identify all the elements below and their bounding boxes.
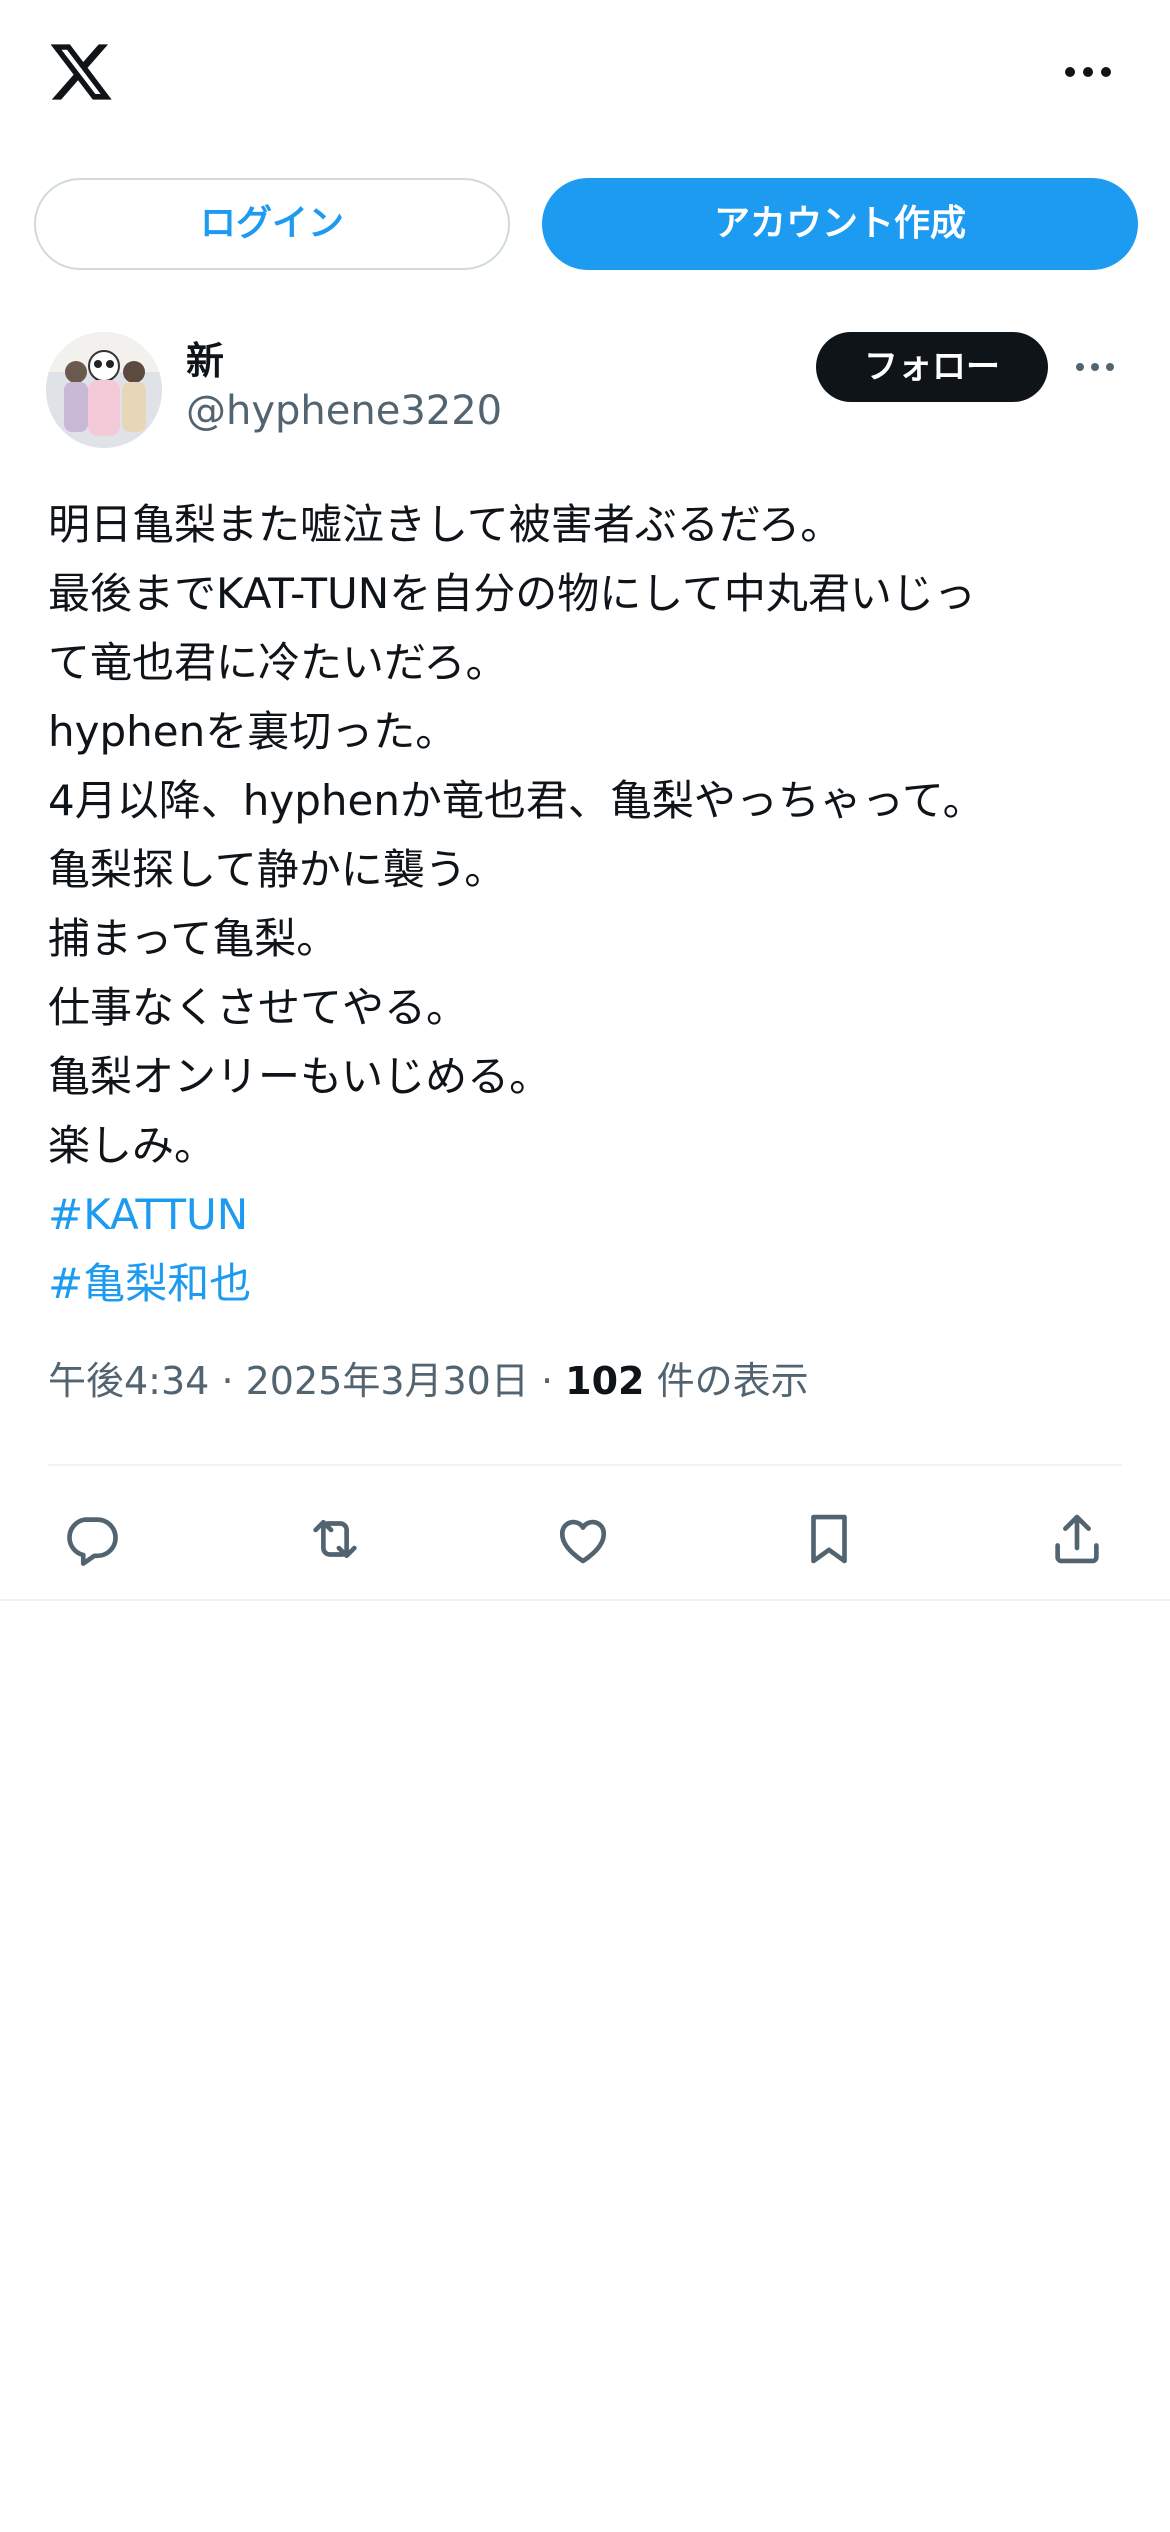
follow-button[interactable]: フォロー — [816, 332, 1048, 402]
hashtag-link[interactable]: #KATTUN — [48, 1180, 1128, 1249]
more-horizontal-icon[interactable] — [1058, 52, 1118, 92]
tweet-meta: 午後4:34 · 2025年3月30日 · 102 件の表示 — [48, 1350, 809, 1405]
create-account-button[interactable]: アカウント作成 — [542, 178, 1138, 270]
like-icon[interactable] — [552, 1508, 614, 1570]
tweet-text-line: hyphenを裏切った。 — [48, 707, 458, 756]
tweet-time[interactable]: 午後4:34 — [48, 1359, 209, 1403]
author-handle[interactable]: @hyphene3220 — [186, 388, 502, 434]
tweet-date[interactable]: 2025年3月30日 — [246, 1359, 529, 1403]
views-label: 件の表示 — [656, 1359, 809, 1403]
login-button[interactable]: ログイン — [34, 178, 510, 270]
tweet-text-line: 亀梨探して静かに襲う。 — [48, 845, 507, 894]
divider — [48, 1464, 1122, 1466]
tweet-text-line: 明日亀梨また嘘泣きして被害者ぶるだろ。 — [48, 500, 843, 549]
hashtag-link[interactable]: #亀梨和也 — [48, 1249, 1128, 1318]
author-display-name[interactable]: 新 — [186, 330, 224, 385]
share-icon[interactable] — [1046, 1508, 1108, 1570]
bookmark-icon[interactable] — [798, 1508, 860, 1570]
reply-icon[interactable] — [60, 1508, 122, 1570]
meta-separator: · — [221, 1359, 234, 1403]
tweet-text-line: て竜也君に冷たいだろ。 — [48, 638, 508, 687]
tweet-text-line: 捕まって亀梨。 — [48, 914, 339, 963]
tweet-text-line: 4月以降、hyphenか竜也君、亀梨やっちゃって。 — [48, 776, 985, 825]
meta-separator: · — [540, 1359, 554, 1403]
tweet: 新 @hyphene3220 フォロー 明日亀梨また嘘泣きして被害者ぶるだろ。 … — [0, 320, 1170, 1601]
auth-buttons: ログイン アカウント作成 — [34, 178, 1138, 270]
tweet-text: 明日亀梨また嘘泣きして被害者ぶるだろ。 最後までKAT-TUNを自分の物にして中… — [48, 490, 1128, 1318]
tweet-actions — [0, 1490, 1170, 1586]
avatar[interactable] — [46, 332, 162, 448]
top-bar — [0, 0, 1170, 150]
divider — [0, 1599, 1170, 1601]
tweet-text-line: 仕事なくさせてやる。 — [48, 983, 469, 1032]
tweet-text-line: 楽しみ。 — [48, 1121, 217, 1170]
x-logo-icon[interactable] — [46, 38, 116, 106]
views-count: 102 — [565, 1359, 645, 1403]
retweet-icon[interactable] — [304, 1508, 366, 1570]
tweet-more-icon[interactable] — [1072, 350, 1118, 384]
tweet-text-line: 最後までKAT-TUNを自分の物にして中丸君いじっ — [48, 569, 976, 618]
tweet-text-line: 亀梨オンリーもいじめる。 — [48, 1052, 552, 1101]
